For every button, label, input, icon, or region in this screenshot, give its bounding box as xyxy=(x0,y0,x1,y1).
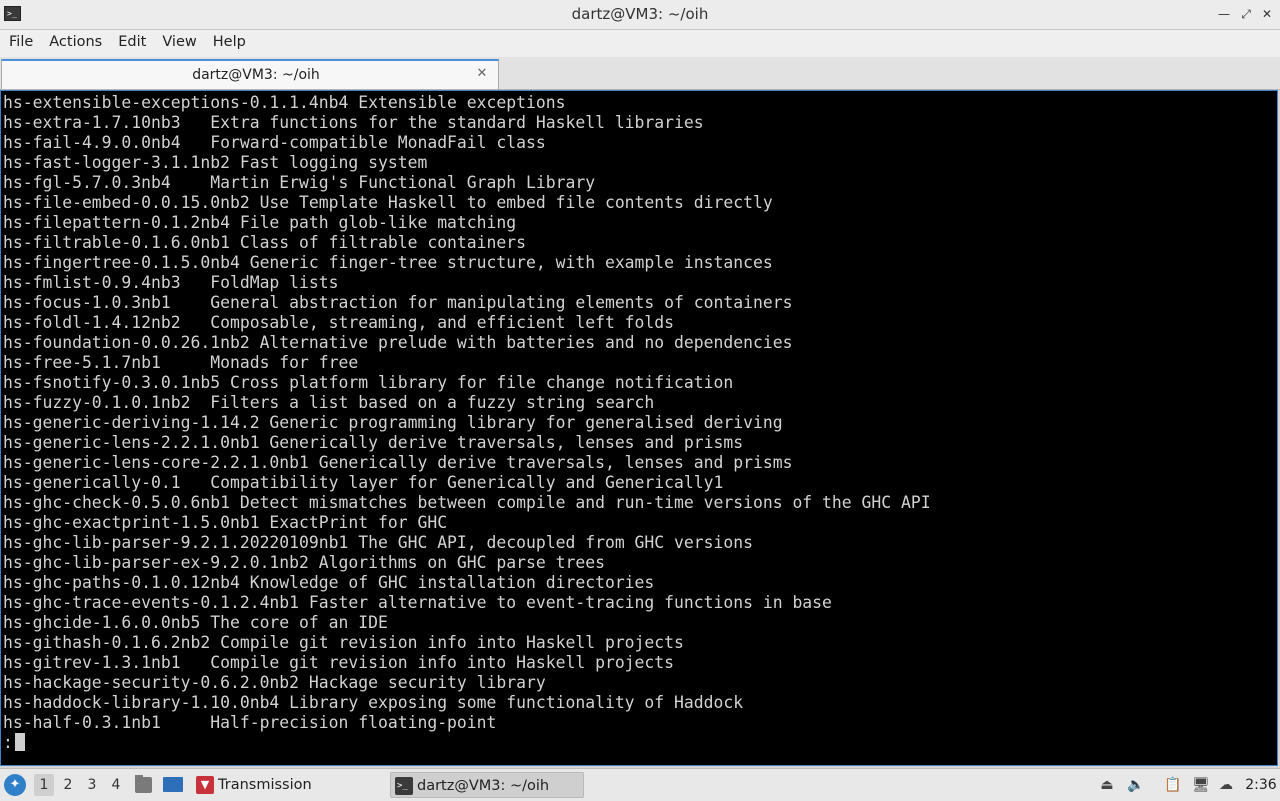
menu-edit[interactable]: Edit xyxy=(111,30,155,57)
terminal-line: hs-file-embed-0.0.15.0nb2 Use Template H… xyxy=(3,193,773,212)
terminal-line: hs-generic-lens-2.2.1.0nb1 Generically d… xyxy=(3,433,744,452)
tab-close-icon[interactable]: ✕ xyxy=(474,65,490,83)
clipboard-icon[interactable]: 📋 xyxy=(1164,775,1182,795)
terminal-line: hs-extra-1.7.10nb3 Extra functions for t… xyxy=(3,113,704,132)
terminal-line: hs-half-0.3.1nb1 Half-precision floating… xyxy=(3,713,497,732)
terminal-line: hs-filtrable-0.1.6.0nb1 Class of filtrab… xyxy=(3,233,527,252)
taskbar: ✦ 1 2 3 4 ▼ Transmission >_ dartz@VM3: ~… xyxy=(0,768,1280,801)
terminal-line: hs-fail-4.9.0.0nb4 Forward-compatible Mo… xyxy=(3,133,546,152)
terminal-line: hs-fmlist-0.9.4nb3 FoldMap lists xyxy=(3,273,339,292)
tab-label: dartz@VM3: ~/oih xyxy=(192,67,320,83)
terminal-line: hs-fingertree-0.1.5.0nb4 Generic finger-… xyxy=(3,253,773,272)
task-terminal[interactable]: >_ dartz@VM3: ~/oih xyxy=(390,772,584,798)
terminal-line: hs-generically-0.1 Compatibility layer f… xyxy=(3,473,724,492)
terminal-line: hs-ghc-check-0.5.0.6nb1 Detect mismatche… xyxy=(3,493,931,512)
terminal-line: hs-fuzzy-0.1.0.1nb2 Filters a list based… xyxy=(3,393,655,412)
terminal-line: hs-fast-logger-3.1.1nb2 Fast logging sys… xyxy=(3,153,428,172)
desktop-2-button[interactable]: 2 xyxy=(58,774,78,796)
task-transmission-label: Transmission xyxy=(218,777,312,793)
terminal-line: hs-ghcide-1.6.0.0nb5 The core of an IDE xyxy=(3,613,388,632)
menu-view[interactable]: View xyxy=(155,30,205,57)
window-title: dartz@VM3: ~/oih xyxy=(571,5,709,23)
menu-bar: File Actions Edit View Help xyxy=(0,30,1280,57)
maximize-button[interactable]: ⤢ xyxy=(1237,5,1255,23)
terminal-line: hs-hackage-security-0.6.2.0nb2 Hackage s… xyxy=(3,673,546,692)
terminal-line: hs-ghc-lib-parser-9.2.1.20220109nb1 The … xyxy=(3,533,753,552)
volume-icon[interactable]: 🔈 xyxy=(1127,775,1145,795)
tab-bar: dartz@VM3: ~/oih ✕ xyxy=(0,57,1280,90)
tab-terminal[interactable]: dartz@VM3: ~/oih ✕ xyxy=(1,59,499,89)
menu-help[interactable]: Help xyxy=(206,30,255,57)
terminal-line: hs-focus-1.0.3nb1 General abstraction fo… xyxy=(3,293,793,312)
terminal-output[interactable]: hs-extensible-exceptions-0.1.1.4nb4 Exte… xyxy=(0,90,1278,766)
terminal-prompt[interactable]: : xyxy=(3,733,931,753)
menu-file[interactable]: File xyxy=(0,30,42,57)
terminal-line: hs-free-5.1.7nb1 Monads for free xyxy=(3,353,359,372)
terminal-line: hs-foldl-1.4.12nb2 Composable, streaming… xyxy=(3,313,675,332)
terminal-line: hs-githash-0.1.6.2nb2 Compile git revisi… xyxy=(3,633,684,652)
terminal-line: hs-fgl-5.7.0.3nb4 Martin Erwig's Functio… xyxy=(3,173,596,192)
terminal-icon: >_ xyxy=(395,777,413,795)
task-terminal-label: dartz@VM3: ~/oih xyxy=(417,778,550,794)
terminal-lines: hs-extensible-exceptions-0.1.1.4nb4 Exte… xyxy=(3,93,931,753)
prompt-text: : xyxy=(3,733,13,752)
terminal-line: hs-generic-deriving-1.14.2 Generic progr… xyxy=(3,413,783,432)
terminal-line: hs-foundation-0.0.26.1nb2 Alternative pr… xyxy=(3,333,793,352)
updates-icon[interactable]: ☁ xyxy=(1217,775,1235,795)
terminal-line: hs-extensible-exceptions-0.1.1.4nb4 Exte… xyxy=(3,93,566,112)
file-manager-icon[interactable] xyxy=(135,775,152,793)
terminal-line: hs-generic-lens-core-2.2.1.0nb1 Generica… xyxy=(3,453,793,472)
text-cursor xyxy=(14,733,25,751)
terminal-line: hs-fsnotify-0.3.0.1nb5 Cross platform li… xyxy=(3,373,734,392)
terminal-line: hs-ghc-paths-0.1.0.12nb4 Knowledge of GH… xyxy=(3,573,655,592)
minimize-button[interactable]: — xyxy=(1215,5,1233,23)
eject-icon[interactable]: ⏏ xyxy=(1098,775,1116,795)
transmission-icon: ▼ xyxy=(196,776,214,794)
terminal-line: hs-gitrev-1.3.1nb1 Compile git revision … xyxy=(3,653,675,672)
terminal-line: hs-ghc-exactprint-1.5.0nb1 ExactPrint fo… xyxy=(3,513,448,532)
clock[interactable]: 2:36 xyxy=(1244,769,1278,801)
show-desktop-icon[interactable] xyxy=(163,777,183,792)
terminal-line: hs-haddock-library-1.10.0nb4 Library exp… xyxy=(3,693,744,712)
network-icon[interactable]: 🖥 xyxy=(1192,775,1210,795)
desktop-3-button[interactable]: 3 xyxy=(82,774,102,796)
desktop-4-button[interactable]: 4 xyxy=(106,774,126,796)
desktop-1-button[interactable]: 1 xyxy=(34,774,54,796)
menu-actions[interactable]: Actions xyxy=(42,30,111,57)
terminal-line: hs-ghc-trace-events-0.1.2.4nb1 Faster al… xyxy=(3,593,832,612)
terminal-line: hs-ghc-lib-parser-ex-9.2.0.1nb2 Algorith… xyxy=(3,553,605,572)
window-titlebar[interactable]: >_ dartz@VM3: ~/oih — ⤢ ✕ xyxy=(0,0,1280,30)
close-button[interactable]: ✕ xyxy=(1258,5,1276,23)
start-menu-icon[interactable]: ✦ xyxy=(4,774,26,796)
task-transmission[interactable]: ▼ Transmission xyxy=(192,772,382,798)
terminal-line: hs-filepattern-0.1.2nb4 File path glob-l… xyxy=(3,213,517,232)
